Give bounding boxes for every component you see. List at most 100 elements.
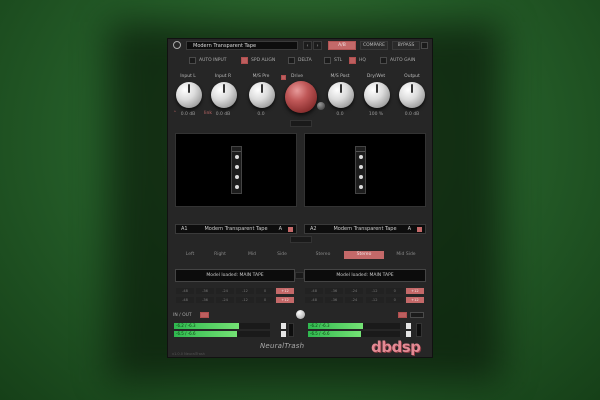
meter-right-bottom: -6.5 / -6.6: [308, 331, 400, 337]
stl-toggle[interactable]: [324, 57, 331, 64]
ms-post-knob[interactable]: [328, 82, 354, 108]
tab-stereo-b[interactable]: Stereo: [344, 251, 384, 259]
grid-cell[interactable]: -24: [345, 297, 364, 303]
unit-graphic-right: [355, 146, 366, 194]
slot-right-load-button[interactable]: [417, 227, 422, 232]
grid-cell[interactable]: 0: [385, 288, 404, 294]
preset-name-field[interactable]: Modern Transparent Tape: [186, 41, 298, 50]
status-link-handle[interactable]: [295, 272, 304, 279]
hold-right: [416, 323, 422, 337]
output-knob[interactable]: [399, 82, 425, 108]
ms-pre-label: M/S Pre: [252, 74, 270, 79]
tab-side[interactable]: Side: [268, 251, 296, 259]
grid-cell[interactable]: -36: [196, 297, 214, 303]
delta-label: DELTA: [298, 58, 312, 63]
grid-cell[interactable]: -36: [325, 288, 344, 294]
drive-trim-knob[interactable]: [317, 102, 325, 110]
delta-toggle[interactable]: [288, 57, 295, 64]
grid-cell[interactable]: -24: [216, 297, 234, 303]
grid-cell[interactable]: +12: [405, 288, 424, 294]
grid-cell[interactable]: -36: [196, 288, 214, 294]
plugin-window: Modern Transparent Tape ‹ › A/B COMPARE …: [167, 38, 433, 358]
link-icon[interactable]: ⌃: [173, 110, 177, 117]
power-icon[interactable]: [173, 41, 181, 49]
bypass-button[interactable]: BYPASS: [392, 41, 420, 50]
auto-input-label: AUTO INPUT: [199, 58, 227, 63]
status-left: Model loaded: MAIN TAPE: [175, 269, 295, 282]
grid-cell[interactable]: +12: [276, 288, 294, 294]
link-label[interactable]: link: [204, 110, 212, 117]
peak-right-top: [406, 323, 411, 329]
window-toggle[interactable]: [421, 42, 428, 49]
ab-button[interactable]: A/B: [328, 41, 356, 50]
input-r-knob[interactable]: [211, 82, 237, 108]
meter-reset-toggle[interactable]: [398, 312, 407, 318]
meter-options-button[interactable]: [410, 312, 424, 318]
spd-align-label: SPD ALIGN: [251, 58, 276, 63]
dry-wet-knob[interactable]: [364, 82, 390, 108]
ms-pre-knob[interactable]: [249, 82, 275, 108]
meter-section-label: IN / OUT: [173, 313, 192, 318]
tab-mid[interactable]: Mid: [238, 251, 266, 259]
tab-mid-side[interactable]: Mid Side: [388, 251, 424, 259]
peak-right-bottom: [406, 331, 411, 337]
grid-cell[interactable]: -12: [236, 297, 254, 303]
section-handle-top[interactable]: [290, 120, 312, 127]
auto-gain-toggle[interactable]: [380, 57, 387, 64]
spd-align-toggle[interactable]: [241, 57, 248, 64]
grid-cell[interactable]: -48: [176, 297, 194, 303]
grid-cell[interactable]: 0: [256, 288, 274, 294]
auto-gain-label: AUTO GAIN: [390, 58, 416, 63]
meter-mode-toggle[interactable]: [200, 312, 209, 318]
ms-pre-value: 0.0: [257, 112, 265, 117]
compare-button[interactable]: COMPARE: [360, 41, 388, 50]
input-l-knob[interactable]: [176, 82, 202, 108]
grid-cell[interactable]: 0: [256, 297, 274, 303]
preset-prev-button[interactable]: ‹: [303, 41, 312, 50]
dry-wet-value: 100 %: [368, 112, 384, 117]
tab-right[interactable]: Right: [206, 251, 234, 259]
hold-left: [288, 323, 294, 337]
grid-cell[interactable]: -48: [305, 288, 324, 294]
stl-label: STL: [334, 58, 343, 63]
grid-cell[interactable]: -12: [365, 297, 384, 303]
hq-label: HQ: [359, 58, 366, 63]
drive-label: Drive: [291, 74, 303, 79]
grid-cell[interactable]: -36: [325, 297, 344, 303]
meter-right-top: -6.2 / -6.3: [308, 323, 400, 329]
slot-right[interactable]: A2 Modern Transparent Tape A: [304, 224, 426, 234]
section-handle-mid[interactable]: [290, 236, 312, 243]
tab-left[interactable]: Left: [176, 251, 204, 259]
company-logo: dbdsp: [371, 338, 421, 356]
product-logo: NeuralTrash: [260, 342, 305, 350]
grid-cell[interactable]: -24: [216, 288, 234, 294]
slot-left-load-button[interactable]: [288, 227, 293, 232]
ms-post-value: 0.0: [336, 112, 344, 117]
grid-cell[interactable]: +12: [405, 297, 424, 303]
model-view-right: [304, 133, 426, 207]
meter-balance-knob[interactable]: [296, 310, 305, 319]
meter-left-top: -6.2 / -6.3: [174, 323, 270, 329]
grid-cell[interactable]: +12: [276, 297, 294, 303]
status-right: Model loaded: MAIN TAPE: [304, 269, 426, 282]
grid-cell[interactable]: -48: [305, 297, 324, 303]
grid-cell[interactable]: -12: [236, 288, 254, 294]
meter-right-top-text: -6.2 / -6.3: [310, 323, 330, 328]
auto-input-toggle[interactable]: [189, 57, 196, 64]
meter-left-bottom-text: -6.5 / -6.6: [176, 331, 196, 336]
grid-cell[interactable]: -24: [345, 288, 364, 294]
model-view-left: [175, 133, 297, 207]
peak-left-top: [281, 323, 286, 329]
meter-left-bottom: -6.5 / -6.6: [174, 331, 270, 337]
hq-toggle[interactable]: [349, 57, 356, 64]
input-l-label: Input L: [180, 74, 196, 79]
grid-cell[interactable]: 0: [385, 297, 404, 303]
drive-knob[interactable]: [285, 81, 317, 113]
meter-left-top-text: -6.2 / -6.3: [176, 323, 196, 328]
preset-next-button[interactable]: ›: [313, 41, 322, 50]
tab-stereo-a[interactable]: Stereo: [305, 251, 341, 259]
slot-left[interactable]: A1 Modern Transparent Tape A: [175, 224, 297, 234]
grid-cell[interactable]: -48: [176, 288, 194, 294]
grid-cell[interactable]: -12: [365, 288, 384, 294]
ms-post-label: M/S Post: [330, 74, 350, 79]
